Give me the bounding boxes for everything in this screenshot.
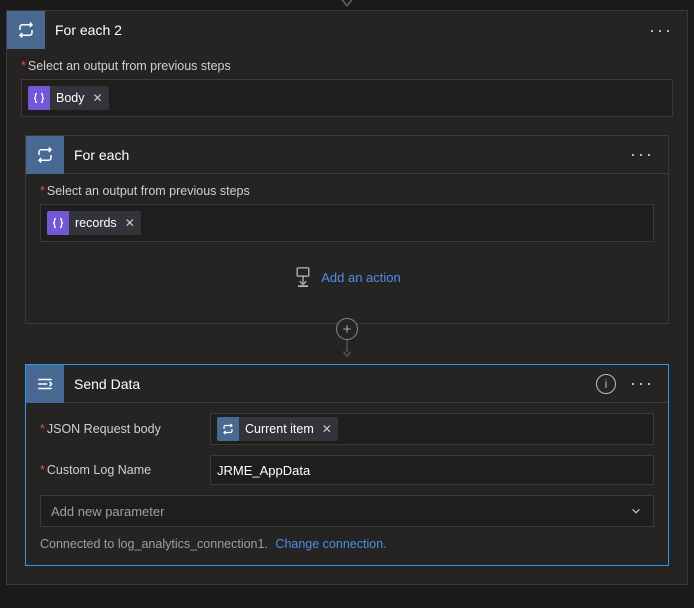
- send-data-info[interactable]: i: [596, 374, 616, 394]
- log-name-input[interactable]: JRME_AppData: [210, 455, 654, 485]
- foreach2-menu[interactable]: ···: [643, 20, 679, 41]
- foreach2-card: For each 2 ··· *Select an output from pr…: [6, 10, 688, 585]
- insert-step-button[interactable]: +: [336, 318, 358, 340]
- send-data-title: Send Data: [74, 376, 596, 392]
- token-body[interactable]: Body ✕: [28, 86, 109, 110]
- token-body-remove[interactable]: ✕: [93, 91, 103, 105]
- chevron-down-icon: [629, 504, 643, 518]
- add-action-row: Add an action: [40, 242, 654, 309]
- connector-plus: +: [21, 328, 673, 358]
- token-current-item[interactable]: Current item ✕: [217, 417, 338, 441]
- send-data-icon: [26, 365, 64, 403]
- send-data-header[interactable]: Send Data i ···: [26, 365, 668, 403]
- add-new-parameter[interactable]: Add new parameter: [40, 495, 654, 527]
- braces-icon: [28, 86, 50, 110]
- loop-icon: [26, 136, 64, 174]
- foreach-output-input[interactable]: records ✕: [40, 204, 654, 242]
- foreach-title: For each: [74, 147, 624, 163]
- token-records-remove[interactable]: ✕: [125, 216, 135, 230]
- token-records-label: records: [75, 216, 117, 230]
- send-data-card: Send Data i ··· *JSON Request body: [25, 364, 669, 566]
- foreach-menu[interactable]: ···: [624, 144, 660, 165]
- foreach2-output-input[interactable]: Body ✕: [21, 79, 673, 117]
- connection-status: Connected to log_analytics_connection1. …: [40, 537, 654, 551]
- json-body-input[interactable]: Current item ✕: [210, 413, 654, 445]
- braces-icon: [47, 211, 69, 235]
- foreach2-header[interactable]: For each 2 ···: [7, 11, 687, 49]
- token-current-item-label: Current item: [245, 422, 314, 436]
- json-body-label: *JSON Request body: [40, 422, 200, 436]
- log-name-label: *Custom Log Name: [40, 463, 200, 477]
- foreach-select-label: *Select an output from previous steps: [40, 184, 654, 198]
- token-body-label: Body: [56, 91, 85, 105]
- loop-icon: [7, 11, 45, 49]
- send-data-menu[interactable]: ···: [624, 373, 660, 394]
- foreach2-title: For each 2: [55, 22, 643, 38]
- token-current-item-remove[interactable]: ✕: [322, 422, 332, 436]
- connector-arrow-top: [0, 0, 694, 10]
- foreach2-select-label: *Select an output from previous steps: [21, 59, 673, 73]
- loop-icon: [217, 417, 239, 441]
- token-records[interactable]: records ✕: [47, 211, 141, 235]
- foreach-header[interactable]: For each ···: [26, 136, 668, 174]
- foreach-card: For each ··· *Select an output from prev…: [25, 135, 669, 324]
- add-action-link[interactable]: Add an action: [293, 266, 401, 288]
- change-connection-link[interactable]: Change connection.: [275, 537, 386, 551]
- add-action-icon: [293, 266, 313, 288]
